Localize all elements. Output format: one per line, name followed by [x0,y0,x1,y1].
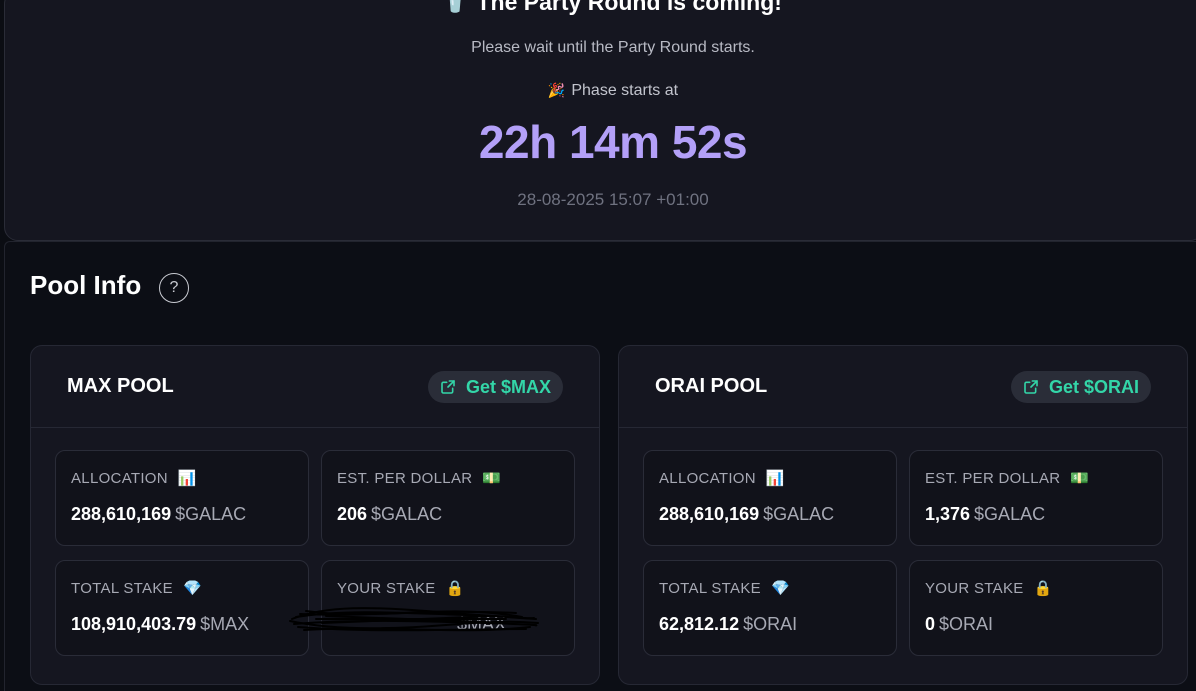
question-circle-icon[interactable]: ? [159,273,189,303]
dollar-bill-icon: 💵 [1070,470,1090,487]
dollar-bill-icon: 💵 [482,470,502,487]
stat-value: 1,376 [925,504,971,524]
max-pool-card: MAX POOL Get $MAX ALLOCATION 📊 288,610,16… [30,345,600,685]
est-per-dollar-stat: EST. PER DOLLAR 💵 1,376 $GALAC [909,450,1163,546]
cup-icon: 🥤 [444,0,467,13]
stat-label: YOUR STAKE [337,579,436,597]
bar-chart-icon: 📊 [765,470,785,487]
stat-label: TOTAL STAKE [659,579,761,597]
stat-unit: $ORAI [743,614,798,634]
get-max-button[interactable]: Get $MAX [427,371,563,403]
stat-label: ALLOCATION [71,469,168,487]
get-max-label: Get $MAX [465,376,551,397]
stat-value: 288,610,169 [659,504,760,524]
total-stake-stat: TOTAL STAKE 💎 108,910,403.79 $MAX [55,560,309,656]
pool-card-header: ORAI POOL Get $ORAI [619,346,1187,428]
external-link-icon [1024,380,1038,394]
party-round-title: 🥤 The Party Round is coming! [5,0,1196,14]
stat-unit: $MAX [200,614,250,634]
redaction-scribble [289,607,539,632]
stat-label: EST. PER DOLLAR [925,469,1061,487]
stat-label: TOTAL STAKE [71,579,173,597]
party-round-title-text: The Party Round is coming! [476,0,782,15]
stat-unit: $GALAC [763,504,835,524]
pool-info-title: Pool Info [30,270,142,300]
stat-value: 206 [337,504,368,524]
allocation-stat: ALLOCATION 📊 288,610,169 $GALAC [643,450,897,546]
phase-start-text: Phase starts at [571,82,679,99]
stat-unit: $GALAC [974,504,1046,524]
external-link-icon [441,380,455,394]
countdown-timer: 22h 14m 52s [478,116,748,168]
stat-value: 62,812.12 [659,614,740,634]
lock-icon: 🔒 [445,580,465,597]
your-stake-stat: YOUR STAKE 🔒 0 $ORAI [909,560,1163,656]
stat-value: 0 [925,614,936,634]
stat-unit: $GALAC [371,504,443,524]
party-round-subtitle: Please wait until the Party Round starts… [471,39,755,56]
gem-icon: 💎 [182,580,202,597]
phase-start-label: 🎉 Phase starts at [5,82,1196,100]
stat-value: 288,610,169 [71,504,172,524]
stat-label: EST. PER DOLLAR [337,469,473,487]
phase-start-datetime: 28-08-2025 15:07 +01:00 [517,190,709,209]
orai-pool-card: ORAI POOL Get $ORAI ALLOCATION 📊 288,610,… [618,345,1188,685]
total-stake-stat: TOTAL STAKE 💎 62,812.12 $ORAI [643,560,897,656]
party-popper-icon: 🎉 [547,82,566,98]
pool-card-header: MAX POOL Get $MAX [31,346,599,428]
bar-chart-icon: 📊 [177,470,197,487]
get-orai-label: Get $ORAI [1048,376,1139,397]
stat-value: 108,910,403.79 [71,614,197,634]
get-orai-button[interactable]: Get $ORAI [1010,371,1151,403]
stat-label: YOUR STAKE [925,579,1024,597]
gem-icon: 💎 [770,580,790,597]
pool-name: MAX POOL [67,375,174,397]
allocation-stat: ALLOCATION 📊 288,610,169 $GALAC [55,450,309,546]
stat-unit: $GALAC [175,504,247,524]
stat-unit: $ORAI [939,614,994,634]
your-stake-stat: YOUR STAKE 🔒 $MAX [289,560,575,656]
phase-countdown-banner: 🥤 The Party Round is coming! Please wait … [4,0,1196,241]
pool-info-section: Pool Info ? MAX POOL Get $MAX ALLOCATION… [4,241,1196,691]
stat-label: ALLOCATION [659,469,756,487]
pool-name: ORAI POOL [655,375,768,397]
est-per-dollar-stat: EST. PER DOLLAR 💵 206 $GALAC [321,450,575,546]
lock-icon: 🔒 [1033,580,1053,597]
